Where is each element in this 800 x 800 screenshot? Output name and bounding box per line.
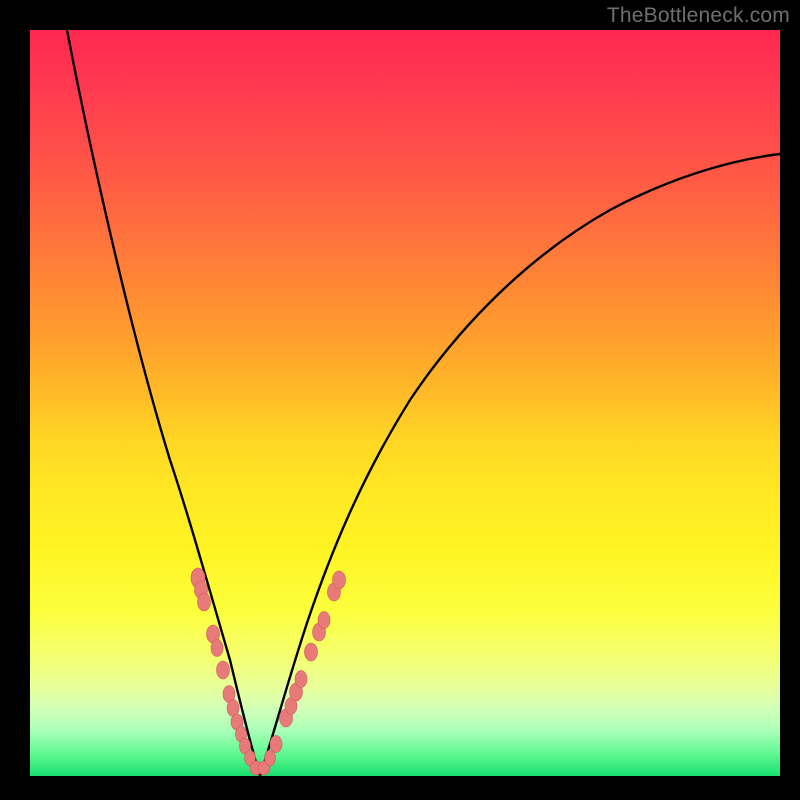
bead [295,671,307,688]
right-branch-curve [260,154,780,776]
bead [318,612,330,629]
bead [211,640,223,657]
plot-area [30,30,780,776]
bead [265,750,276,766]
watermark-text: TheBottleneck.com [607,4,790,28]
bead [217,661,230,679]
left-branch-curve [67,30,260,776]
bead-markers [191,568,346,775]
bead [305,643,318,661]
bead [270,736,282,753]
chart-svg [30,30,780,776]
bead [333,571,346,589]
bead [198,593,211,611]
chart-frame: TheBottleneck.com [0,0,800,800]
